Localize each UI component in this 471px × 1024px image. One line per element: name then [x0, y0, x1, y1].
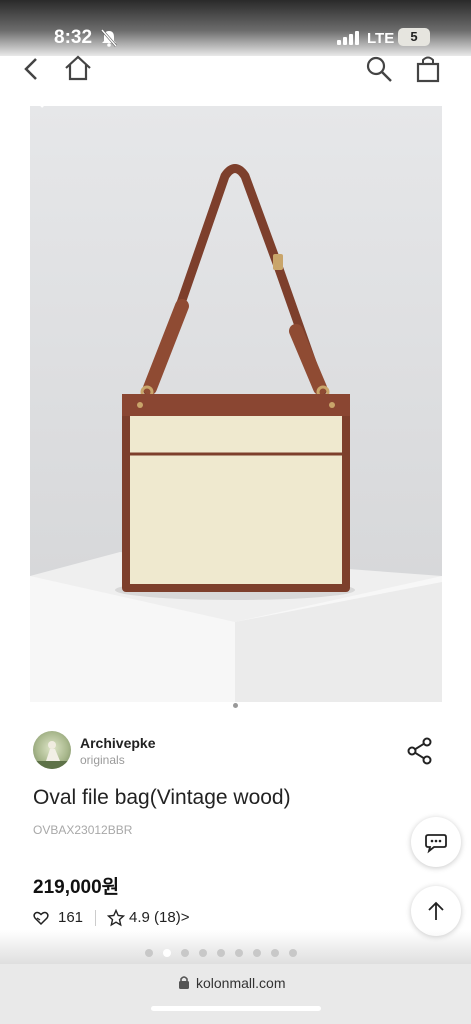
- chat-button[interactable]: [411, 817, 461, 867]
- page-dot: [235, 949, 243, 957]
- search-icon[interactable]: [364, 54, 394, 84]
- heart-icon[interactable]: [33, 910, 49, 926]
- product-image[interactable]: [30, 106, 442, 702]
- home-icon[interactable]: [63, 54, 93, 82]
- page-dot: [271, 949, 279, 957]
- app-nav-bar: [0, 48, 471, 88]
- page-dot: [199, 949, 207, 957]
- page-dot: [181, 949, 189, 957]
- home-indicator: [151, 1006, 321, 1011]
- page-dot: [145, 949, 153, 957]
- close-icon[interactable]: [20, 84, 46, 110]
- chat-icon: [425, 834, 447, 854]
- share-icon[interactable]: [405, 736, 435, 766]
- browser-url-bar[interactable]: [0, 964, 471, 1024]
- star-icon: [107, 909, 125, 927]
- rating-value: 4.9 (18): [129, 909, 181, 926]
- clock: 8:32: [54, 27, 93, 48]
- page-dot: [289, 949, 297, 957]
- divider: [95, 910, 96, 926]
- page-dots: [145, 944, 307, 957]
- like-count: 161: [58, 909, 84, 926]
- cart-icon[interactable]: [414, 54, 442, 84]
- page-dot: [217, 949, 225, 957]
- battery-indicator: 5: [398, 28, 430, 46]
- bell-muted-icon: [101, 29, 117, 47]
- arrow-up-icon: [428, 901, 444, 920]
- brand-avatar-image: [33, 741, 71, 769]
- product-title: Oval file bag(Vintage wood): [33, 786, 291, 809]
- chevron-right-icon: >: [180, 909, 190, 926]
- url-text[interactable]: kolonmall.com: [196, 975, 285, 991]
- network-type: LTE: [367, 30, 395, 47]
- brand-subtitle: originals: [80, 753, 125, 767]
- page-dot: [253, 949, 261, 957]
- signal-icon: [337, 31, 359, 45]
- scroll-top-button[interactable]: [411, 886, 461, 936]
- brand-avatar[interactable]: [33, 731, 71, 769]
- lock-icon: [179, 976, 189, 989]
- product-code: OVBAX23012BBR: [33, 823, 133, 837]
- bag-illustration: [30, 106, 442, 702]
- product-price: 219,000원: [33, 877, 120, 898]
- page-dot: [163, 949, 171, 957]
- back-icon[interactable]: [22, 56, 40, 82]
- rating-link[interactable]: 4.9 (18)>: [129, 909, 189, 926]
- brand-name[interactable]: Archivepke: [80, 735, 155, 751]
- carousel-indicator: [233, 703, 238, 708]
